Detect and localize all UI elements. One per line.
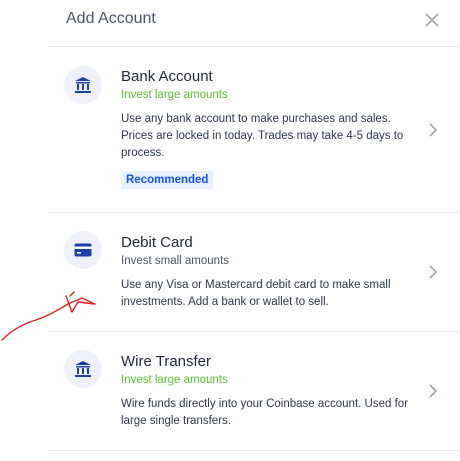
option-description: Wire funds directly into your Coinbase a… <box>121 398 408 427</box>
bank-icon-container <box>64 66 102 104</box>
close-button[interactable] <box>420 8 444 32</box>
card-icon <box>74 243 92 257</box>
option-bank-account[interactable]: Bank Account Invest large amounts Use an… <box>48 47 460 213</box>
option-subtitle: Invest large amounts <box>121 89 228 101</box>
dialog-title: Add Account <box>66 10 156 27</box>
option-debit-card[interactable]: Debit Card Invest small amounts Use any … <box>48 213 460 332</box>
option-subtitle: Invest large amounts <box>121 374 228 386</box>
chevron-right-icon <box>429 123 438 137</box>
option-description: Use any bank account to make purchases a… <box>121 113 404 159</box>
close-icon <box>425 13 439 27</box>
recommended-badge: Recommended <box>121 171 214 189</box>
option-subtitle: Invest small amounts <box>121 255 230 267</box>
chevron-right-icon <box>429 384 438 398</box>
option-title: Debit Card <box>121 234 193 251</box>
chevron-right-icon <box>429 265 438 279</box>
bank-icon <box>75 361 91 377</box>
option-title: Wire Transfer <box>121 353 212 370</box>
card-icon-container <box>64 231 102 269</box>
option-title: Bank Account <box>121 68 213 85</box>
option-wire-transfer[interactable]: Wire Transfer Invest large amounts Wire … <box>48 332 460 451</box>
option-description: Use any Visa or Mastercard debit card to… <box>121 279 391 308</box>
bank-icon-container <box>64 350 102 388</box>
dialog-header: Add Account <box>48 0 460 47</box>
bank-icon <box>75 77 91 93</box>
add-account-dialog: Add Account Bank Account Invest large am… <box>0 0 460 461</box>
